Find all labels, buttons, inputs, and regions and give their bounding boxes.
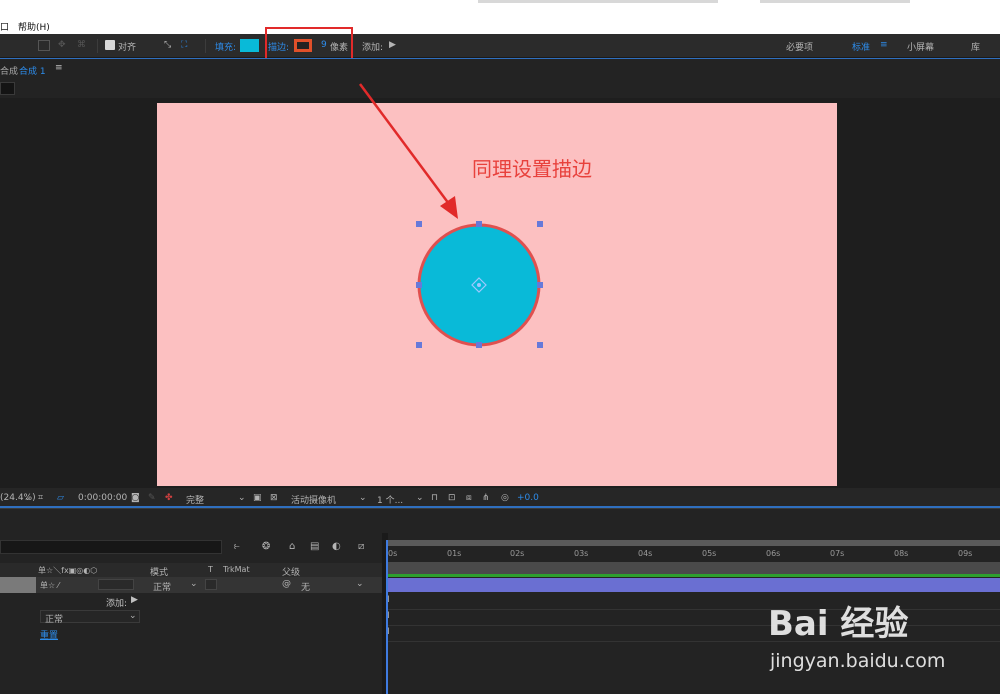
draft-3d-icon[interactable]: ❂ (262, 541, 270, 552)
ruler-tick: 06s (766, 549, 781, 558)
layer-bar-label-strip (388, 574, 1000, 577)
annotation-arrow (358, 83, 458, 219)
reset-transform-link[interactable]: 重置 (40, 628, 58, 641)
annotation-text: 同理设置描边 (472, 157, 592, 181)
toggle-pixel-aspect-icon[interactable]: ⊓ (431, 493, 438, 503)
handle-middle-right (537, 282, 543, 288)
ruler-tick: 08s (894, 549, 909, 558)
show-snapshot-icon[interactable]: ✎ (148, 493, 156, 503)
frame-blending-icon[interactable]: ▤ (310, 541, 319, 552)
watermark-brand: Bai 经验 (768, 604, 909, 644)
switches-column-header: 单☆＼fx▣◎◐⬡ (38, 566, 98, 575)
ruler-tick: 03s (574, 549, 589, 558)
zoom-dropdown-chevron-icon[interactable]: ⌄ (24, 493, 32, 503)
ruler-tick: 04s (638, 549, 653, 558)
handle-bottom-center (476, 342, 482, 348)
baidu-watermark: Bai 经验 jingyan.baidu.com (768, 590, 1000, 694)
handle-middle-left (416, 282, 422, 288)
layer-selected-swatch[interactable] (0, 577, 36, 593)
playhead[interactable] (386, 540, 388, 694)
handle-top-left (416, 221, 422, 227)
blend-mode-chevron-icon: ⌄ (129, 611, 137, 621)
ruler-tick: 09s (958, 549, 973, 558)
contents-add-play-icon[interactable]: ▶ (131, 595, 138, 605)
timeline-search-input[interactable] (0, 540, 222, 554)
layer-parent-dropdown[interactable]: 无 (301, 580, 310, 593)
layer-mode-dropdown[interactable]: 正常 (153, 580, 171, 593)
region-of-interest-icon[interactable]: ▣ (253, 493, 262, 503)
handle-bottom-right (537, 342, 543, 348)
work-area-bar[interactable] (388, 562, 1000, 574)
resolution-dropdown[interactable]: 完整 (186, 493, 204, 506)
fast-preview-icon[interactable]: ⊡ (448, 493, 456, 503)
color-channels-icon[interactable]: ✤ (165, 493, 173, 503)
motion-blur-icon[interactable]: ◐ (332, 541, 341, 552)
resolution-chevron-icon[interactable]: ⌄ (238, 493, 246, 503)
blend-mode-dropdown[interactable]: 正常 ⌄ (40, 610, 140, 625)
trkmat-box[interactable] (205, 579, 217, 590)
views-chevron-icon[interactable]: ⌄ (416, 493, 424, 503)
handle-top-right (537, 221, 543, 227)
layer-switches[interactable]: 单☆ ⁄ (40, 580, 59, 591)
graph-editor-icon[interactable]: ⧄ (358, 541, 364, 552)
ruler-tick: 01s (447, 549, 462, 558)
watermark-url: jingyan.baidu.com (770, 650, 946, 672)
ruler-tick: 05s (702, 549, 717, 558)
blend-mode-value: 正常 (45, 615, 64, 625)
shy-layers-icon[interactable]: ⌂ (289, 541, 295, 552)
comp-mini-flowchart-icon[interactable]: ⥼ (234, 541, 240, 552)
pick-whip-icon[interactable]: @ (282, 579, 291, 589)
handle-top-center (476, 221, 482, 227)
trkmat-column-header: TrkMat (223, 565, 250, 574)
grid-icon[interactable]: ⌗ (38, 493, 43, 503)
layer-row[interactable]: 单☆ ⁄ 正常 ⌄ @ 无 ⌄ (0, 577, 382, 593)
flowchart-icon[interactable]: ⋔ (482, 493, 490, 503)
views-dropdown[interactable]: 1 个... (377, 493, 403, 506)
ruler-tick: 0s (388, 549, 398, 558)
camera-dropdown[interactable]: 活动摄像机 (291, 493, 336, 506)
layer-columns-header: 单☆＼fx▣◎◐⬡ 模式 T TrkMat 父级 (0, 563, 382, 578)
ruler-tick: 02s (510, 549, 525, 558)
timecode[interactable]: 0:00:00:00 (78, 493, 127, 503)
snapshot-camera-icon[interactable]: ◙ (131, 493, 140, 503)
exposure-value[interactable]: +0.0 (517, 493, 539, 503)
parent-chevron-icon[interactable]: ⌄ (356, 579, 364, 589)
viewer-footer-bar: (24.4%) ⌄ ⌗ ▱ 0:00:00:00 ◙ ✎ ✤ 完整 ⌄ ▣ ⊠ … (0, 488, 1000, 508)
reset-exposure-icon[interactable]: ◎ (501, 493, 509, 503)
t-column-header: T (208, 565, 213, 574)
timeline-toggle-icon[interactable]: ⧈ (466, 493, 472, 503)
time-ruler[interactable]: 0s 01s 02s 03s 04s 05s 06s 07s 08s 09s (388, 540, 1000, 562)
ruler-tick: 07s (830, 549, 845, 558)
layer-switch-boxes[interactable] (98, 579, 134, 590)
camera-chevron-icon[interactable]: ⌄ (359, 493, 367, 503)
contents-add-label: 添加: (106, 599, 128, 609)
transparency-grid-icon[interactable]: ⊠ (270, 493, 278, 503)
handle-bottom-left (416, 342, 422, 348)
mask-visibility-icon[interactable]: ▱ (57, 493, 64, 503)
timeline-top-border (0, 508, 1000, 509)
layer-mode-chevron-icon[interactable]: ⌄ (190, 579, 198, 589)
